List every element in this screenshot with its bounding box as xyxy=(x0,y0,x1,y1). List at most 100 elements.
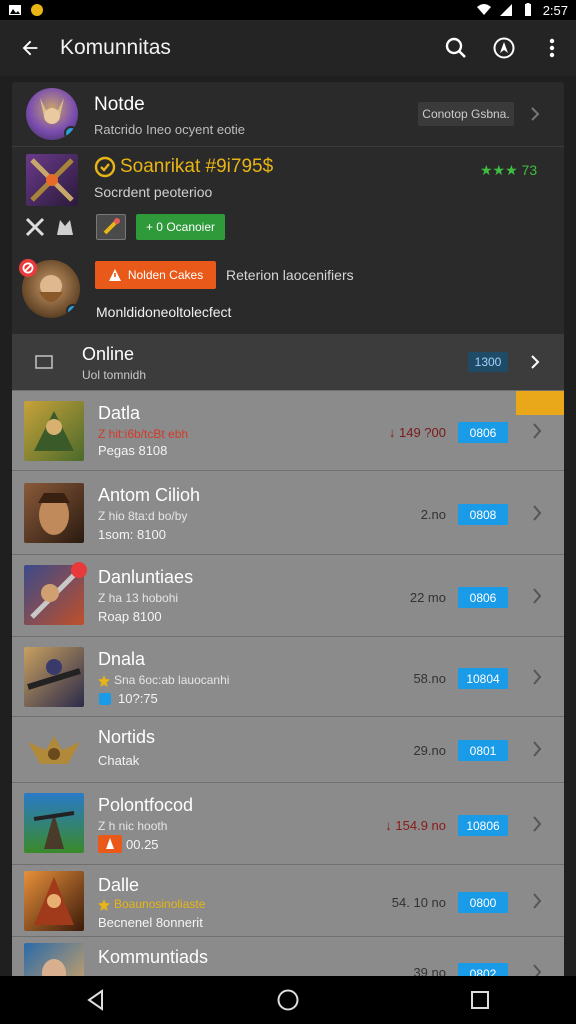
row-meta: 1som: 8100 xyxy=(98,527,166,542)
row-value: 58.no xyxy=(413,671,446,686)
app-bar: Komunnitas xyxy=(0,20,576,76)
verified-badge-icon xyxy=(66,304,80,318)
row-meta: 00.25 xyxy=(126,837,159,852)
row-pill[interactable]: 0806 xyxy=(458,422,508,443)
circle-home-icon xyxy=(277,989,299,1011)
profile-card: Notde Ratcrido Ineo ocyent eotie Conotop… xyxy=(12,82,564,369)
list-item[interactable]: Kommuntiads 39 no 0802 xyxy=(12,936,564,976)
row-value: ↓ 154.9 no xyxy=(385,818,446,833)
soldier-portrait-icon xyxy=(34,411,74,451)
row-subtitle: Z hit:i6b/tcBt ebh xyxy=(98,427,189,441)
info-icon xyxy=(99,693,111,705)
row-meta: Roap 8100 xyxy=(98,609,162,624)
gunner-portrait-icon xyxy=(27,659,81,690)
row-name: Danluntiaes xyxy=(98,567,194,587)
row-name: Polontfocod xyxy=(98,795,194,815)
wolf-icon[interactable] xyxy=(54,216,76,238)
profile-divider xyxy=(12,146,564,147)
game-rating: ★★★ 73 xyxy=(480,162,538,178)
list-item[interactable]: Danluntiaes Z ha 13 hobohi Roap 8100 22 … xyxy=(12,554,564,636)
online-section-header[interactable]: Online Uol tomnidh 1300 xyxy=(12,334,564,390)
row-value: 2.no xyxy=(420,507,446,522)
search-button[interactable] xyxy=(432,20,480,76)
row-meta: Chatak xyxy=(98,753,140,768)
square-recents-icon xyxy=(471,991,489,1009)
chevron-right-icon xyxy=(533,964,542,976)
nav-home-button[interactable] xyxy=(258,976,318,1024)
chevron-right-icon xyxy=(531,355,540,369)
report-button[interactable]: Nolden Cakes xyxy=(95,261,216,289)
row-subtitle: Z h nic hooth xyxy=(98,819,168,833)
row-value: 39 no xyxy=(413,965,446,976)
content-area: Notde Ratcrido Ineo ocyent eotie Conotop… xyxy=(0,76,576,976)
back-button[interactable] xyxy=(0,20,60,76)
feather-item-icon xyxy=(103,218,120,235)
chevron-right-icon xyxy=(533,816,542,832)
warning-icon xyxy=(108,269,121,281)
row-pill[interactable]: 10804 xyxy=(458,668,508,689)
row-name: Antom Cilioh xyxy=(98,485,201,505)
status-bar: 2:57 xyxy=(0,0,576,20)
nav-back-button[interactable] xyxy=(66,976,126,1024)
row-pill[interactable]: 0802 xyxy=(458,963,508,976)
row-value: ↓ 149 ?00 xyxy=(388,425,446,440)
row-name: Nortids xyxy=(98,727,156,747)
row-pill[interactable]: 0808 xyxy=(458,504,508,525)
chevron-right-icon xyxy=(533,423,542,439)
chevron-right-icon xyxy=(533,505,542,521)
list-item[interactable]: Dalle Boaunosinoliaste Becnenel 8onnerit… xyxy=(12,864,564,936)
system-nav-bar xyxy=(0,976,576,1024)
row-name: Datla xyxy=(98,403,141,423)
winged-helm-icon xyxy=(28,736,80,764)
row-thumbnail xyxy=(24,871,84,931)
compass-button[interactable] xyxy=(480,20,528,76)
crossed-tools-icon[interactable] xyxy=(24,216,46,238)
gallery-notification-icon xyxy=(9,5,21,15)
chevron-right-icon[interactable] xyxy=(528,107,542,121)
flame-badge-icon xyxy=(98,835,122,853)
online-count: 1300 xyxy=(468,352,508,372)
soldier-portrait-icon xyxy=(33,811,75,849)
profile-side-button[interactable]: Conotop Gsbna. xyxy=(418,102,514,126)
row-value: 22 mo xyxy=(409,590,446,605)
profile-subtitle: Ratcrido Ineo ocyent eotie xyxy=(94,122,246,137)
profile-avatar[interactable] xyxy=(26,88,78,140)
list-item[interactable]: Dnala Sna 6oc:ab lauocanhi 10?:75 58.no … xyxy=(12,636,564,716)
row-value: 54. 10 no xyxy=(391,895,446,910)
elf-portrait-icon xyxy=(42,959,66,976)
row-thumbnail xyxy=(24,793,84,853)
status-right: 2:57 xyxy=(476,3,568,18)
row-flag xyxy=(516,391,564,415)
back-arrow-icon xyxy=(22,40,38,56)
report-label: Reterion laocenifiers xyxy=(226,267,354,283)
list-item[interactable]: Antom Cilioh Z hio 8ta:d bo/by 1som: 810… xyxy=(12,470,564,554)
row-pill[interactable]: 0800 xyxy=(458,892,508,913)
profile-name: Notde xyxy=(94,94,145,115)
list-item[interactable]: Polontfocod Z h nic hooth 00.25 ↓ 154.9 … xyxy=(12,782,564,864)
row-thumbnail xyxy=(24,483,84,543)
row-name: Kommuntiads xyxy=(98,947,209,967)
list-item[interactable]: Nortids Chatak 29.no 0801 xyxy=(12,716,564,782)
status-left xyxy=(8,3,44,17)
chevron-right-icon xyxy=(533,893,542,909)
game-cover[interactable] xyxy=(26,154,78,206)
swords-icon xyxy=(30,158,74,202)
star-icon xyxy=(98,899,110,911)
row-pill[interactable]: 10806 xyxy=(458,815,508,836)
more-vert-icon xyxy=(549,38,555,58)
row-pill[interactable]: 0801 xyxy=(458,740,508,761)
row-pill[interactable]: 0806 xyxy=(458,587,508,608)
online-subtitle: Uol tomnidh xyxy=(82,368,147,382)
nav-recents-button[interactable] xyxy=(450,976,510,1024)
chevron-right-icon xyxy=(533,669,542,685)
triangle-back-icon xyxy=(87,989,103,1011)
list-item[interactable]: Datla Z hit:i6b/tcBt ebh Pegas 8108 ↓ 14… xyxy=(12,390,564,470)
add-friend-button[interactable]: + 0 Ocanoier xyxy=(136,214,225,240)
item-slot[interactable] xyxy=(96,214,126,240)
page-title: Komunnitas xyxy=(60,36,171,59)
search-icon xyxy=(445,37,466,58)
battery-icon xyxy=(524,3,531,16)
more-options-button[interactable] xyxy=(528,20,576,76)
star-icon xyxy=(98,675,110,687)
row-name: Dalle xyxy=(98,875,140,895)
